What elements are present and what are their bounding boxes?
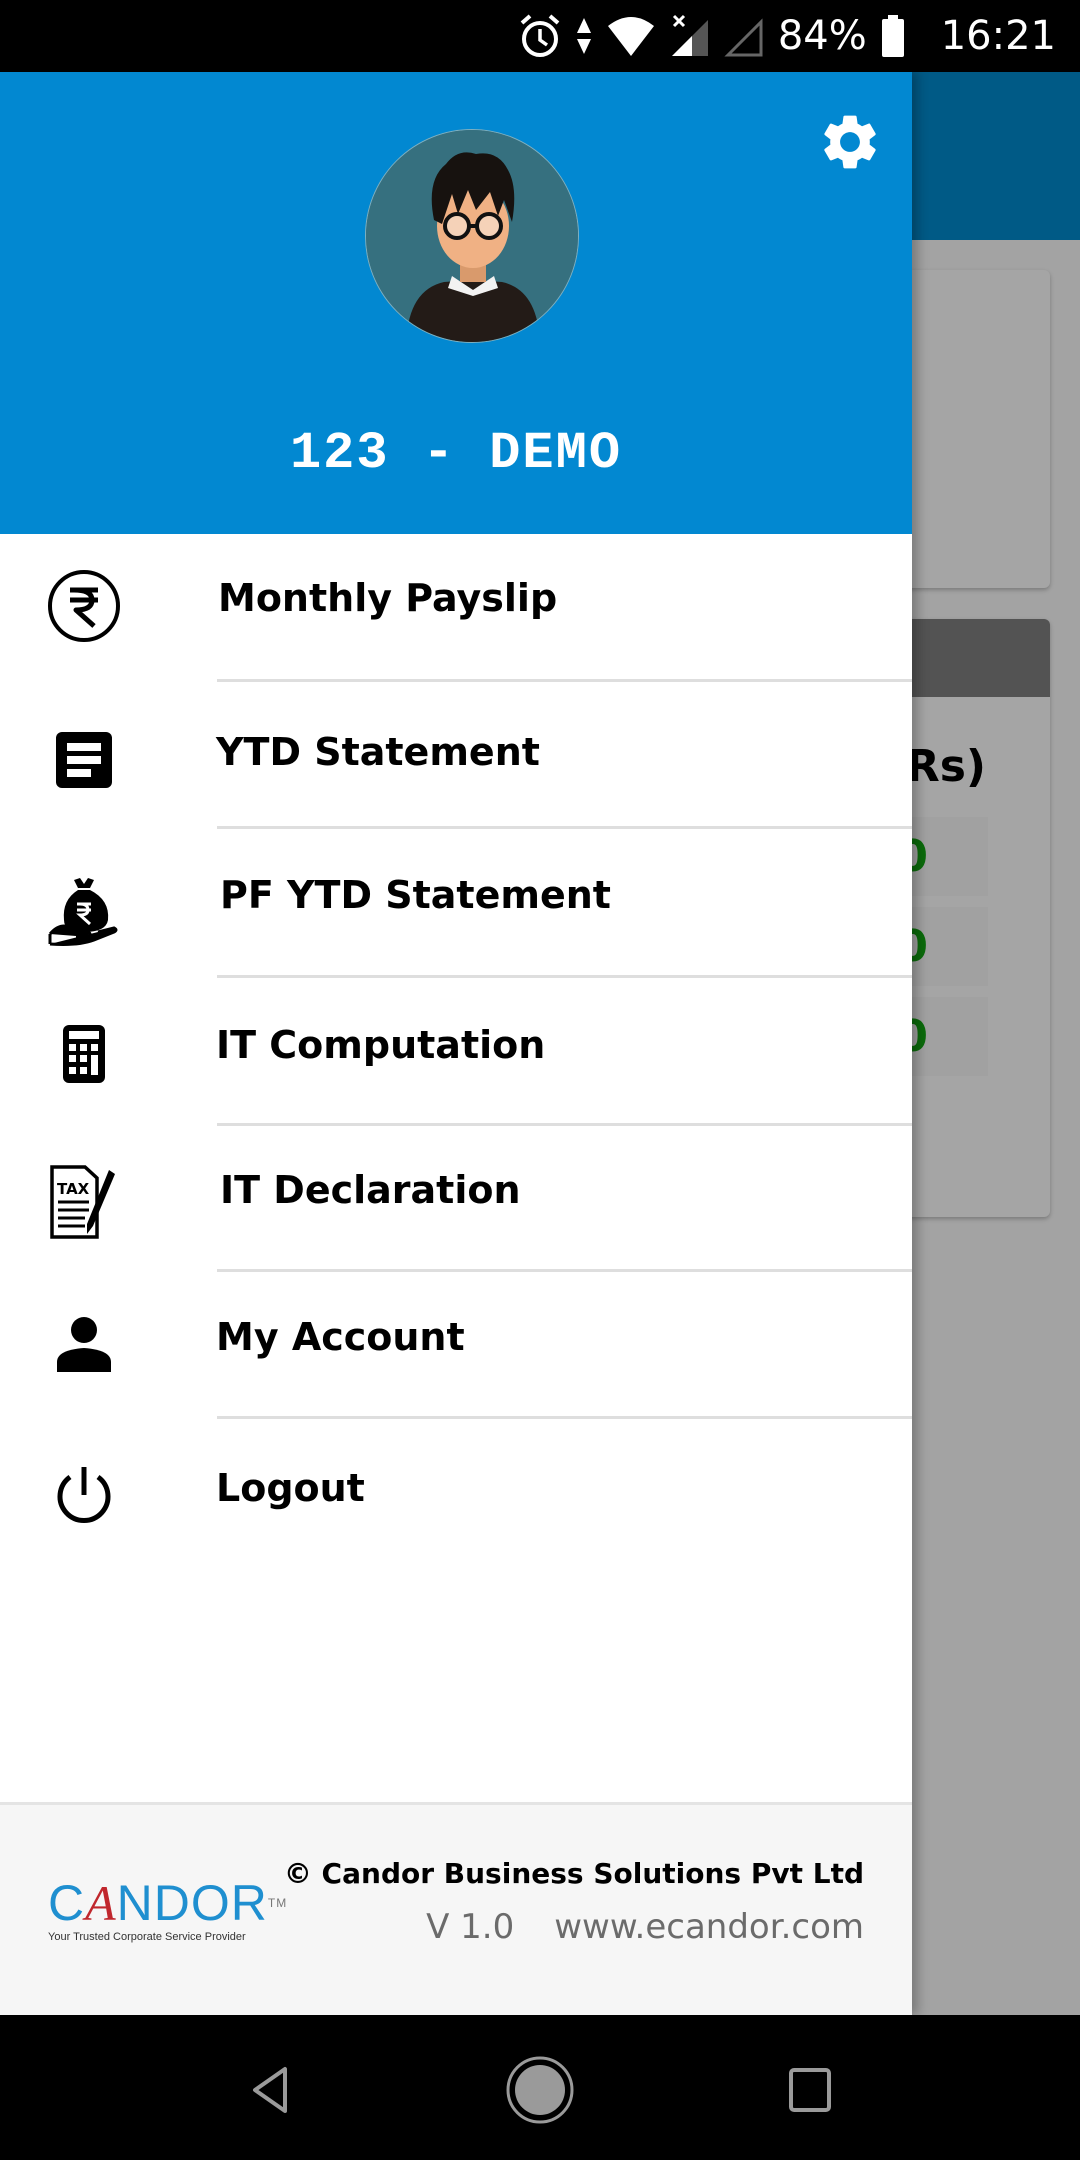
home-button[interactable] — [495, 2045, 585, 2135]
menu-item-label: Monthly Payslip — [218, 576, 558, 620]
signal-no-service-icon — [671, 14, 708, 56]
status-icons: 84% 16:21 — [518, 0, 1056, 72]
navigation-drawer: 123 - DEMO Monthly Payslip YTD Statement… — [0, 72, 912, 2015]
logo-letter: C — [48, 1875, 86, 1931]
clock: 16:21 — [940, 13, 1056, 59]
app-version: V 1.0 — [426, 1907, 515, 1947]
recents-button[interactable] — [765, 2045, 855, 2135]
money-bag-hand-icon — [44, 871, 124, 951]
user-avatar-illustration — [366, 130, 578, 342]
system-navigation-bar — [0, 2015, 1080, 2160]
menu-item-label: IT Computation — [216, 1023, 546, 1067]
menu-item-my-account[interactable]: My Account — [0, 1272, 912, 1419]
menu-item-pf-ytd-statement[interactable]: PF YTD Statement — [0, 829, 912, 978]
menu-item-ytd-statement[interactable]: YTD Statement — [0, 682, 912, 829]
menu-item-label: IT Declaration — [220, 1168, 521, 1212]
home-icon — [506, 2056, 574, 2124]
data-transfer-icon — [576, 18, 591, 54]
menu-item-label: My Account — [216, 1315, 465, 1359]
drawer-menu: Monthly Payslip YTD Statement PF YTD Sta… — [0, 534, 912, 1569]
menu-item-label: Logout — [216, 1466, 365, 1510]
version-row: V 1.0 www.ecandor.com — [426, 1907, 864, 1947]
website-link[interactable]: www.ecandor.com — [554, 1907, 864, 1947]
alarm-icon — [520, 14, 560, 57]
candor-logo: CANDORTM Your Trusted Corporate Service … — [48, 1875, 286, 1943]
logo-wordmark: CANDORTM — [48, 1875, 286, 1931]
menu-item-it-computation[interactable]: IT Computation — [0, 978, 912, 1126]
settings-button[interactable] — [808, 100, 892, 184]
logo-tagline: Your Trusted Corporate Service Provider — [48, 1931, 246, 1943]
copyright-text: © Candor Business Solutions Pvt Ltd — [283, 1857, 864, 1890]
drawer-footer: CANDORTM Your Trusted Corporate Service … — [0, 1802, 912, 2015]
battery-icon — [881, 15, 904, 57]
wifi-icon — [607, 17, 654, 56]
battery-percent: 84% — [777, 13, 867, 59]
menu-item-it-declaration[interactable]: TAX IT Declaration — [0, 1126, 912, 1272]
menu-item-label: YTD Statement — [216, 730, 540, 774]
menu-item-logout[interactable]: Logout — [0, 1419, 912, 1569]
rupee-circle-icon — [44, 566, 124, 646]
logo-letter-accent: A — [85, 1875, 117, 1931]
power-icon — [44, 1455, 124, 1535]
tax-document-pen-icon: TAX — [44, 1162, 124, 1242]
menu-item-monthly-payslip[interactable]: Monthly Payslip — [0, 534, 912, 682]
menu-item-label: PF YTD Statement — [220, 873, 611, 917]
gear-icon — [824, 115, 876, 169]
svg-text:TAX: TAX — [57, 1180, 90, 1198]
recents-icon — [789, 2068, 831, 2112]
back-button[interactable] — [226, 2045, 316, 2135]
logo-letters: NDOR — [116, 1875, 268, 1931]
status-bar: 84% 16:21 — [0, 0, 1080, 72]
back-icon — [253, 2067, 287, 2113]
signal-empty-icon — [724, 18, 763, 57]
user-name-label: 123 - DEMO — [289, 424, 623, 483]
person-icon — [44, 1304, 124, 1384]
calculator-icon — [44, 1014, 124, 1094]
drawer-header: 123 - DEMO — [0, 72, 912, 534]
document-lines-icon — [44, 720, 124, 800]
logo-trademark: TM — [267, 1896, 288, 1910]
avatar[interactable] — [365, 129, 579, 343]
